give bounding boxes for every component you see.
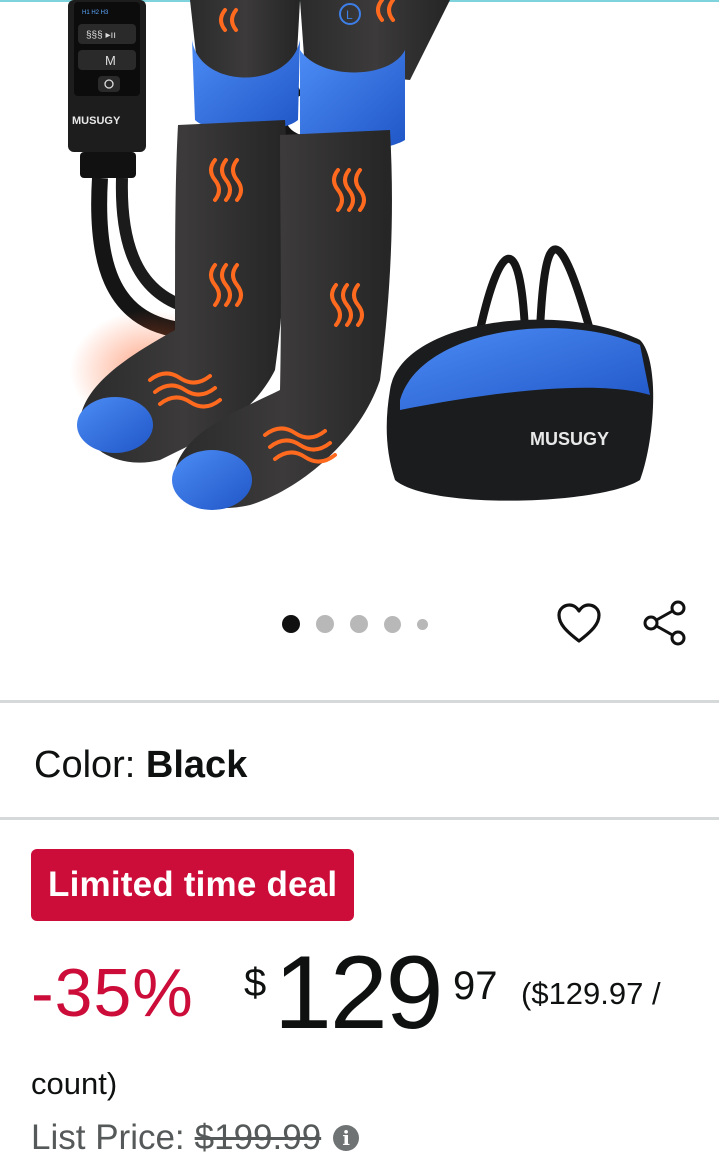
carousel-dots[interactable] [282, 614, 428, 634]
svg-text:MUSUGY: MUSUGY [530, 429, 609, 449]
share-button[interactable] [640, 598, 690, 648]
heart-icon [557, 603, 601, 643]
list-price: List Price: $199.99 i [31, 1118, 360, 1158]
price-whole: 129 [274, 935, 444, 1051]
svg-text:§§§ ▸ıı: §§§ ▸ıı [86, 30, 116, 41]
carousel-dot-1[interactable] [282, 615, 300, 633]
share-icon [643, 600, 686, 646]
divider-middle [0, 817, 719, 820]
svg-text:H1 H2 H3: H1 H2 H3 [82, 10, 109, 16]
unit-price: ($129.97 / [521, 976, 661, 1011]
carrying-bag: MUSUGY [386, 245, 654, 501]
svg-text:L: L [346, 8, 353, 22]
list-price-label: List Price: [31, 1118, 185, 1157]
color-label: Color: [34, 744, 146, 786]
svg-text:MUSUGY: MUSUGY [72, 115, 121, 127]
controller-remote: H1 H2 H3 §§§ ▸ıı M MUSUGY [68, 0, 146, 178]
divider-top [0, 700, 719, 703]
color-selection: Color: Black [34, 740, 247, 790]
image-carousel-controls [0, 598, 719, 656]
unit-price-continued: count) [31, 1066, 118, 1101]
favorite-button[interactable] [554, 598, 604, 648]
color-value: Black [145, 744, 248, 786]
carousel-dot-3[interactable] [350, 615, 368, 633]
list-price-value: $199.99 [194, 1118, 322, 1157]
limited-time-deal-badge: Limited time deal [31, 849, 355, 921]
price-fraction: 97 [453, 964, 498, 1008]
price-block: -35% $ 129 97 ($129.97 / [31, 935, 719, 1051]
carousel-dot-5[interactable] [417, 618, 428, 630]
info-icon[interactable]: i [333, 1125, 360, 1151]
carousel-dot-2[interactable] [316, 615, 334, 633]
svg-text:M: M [105, 53, 116, 68]
price-currency: $ [244, 961, 267, 1005]
discount-percent: -35% [31, 955, 194, 1031]
carousel-dot-4[interactable] [384, 615, 401, 633]
product-image[interactable]: H1 H2 H3 §§§ ▸ıı M MUSUGY L MUSUGY [0, 0, 719, 560]
